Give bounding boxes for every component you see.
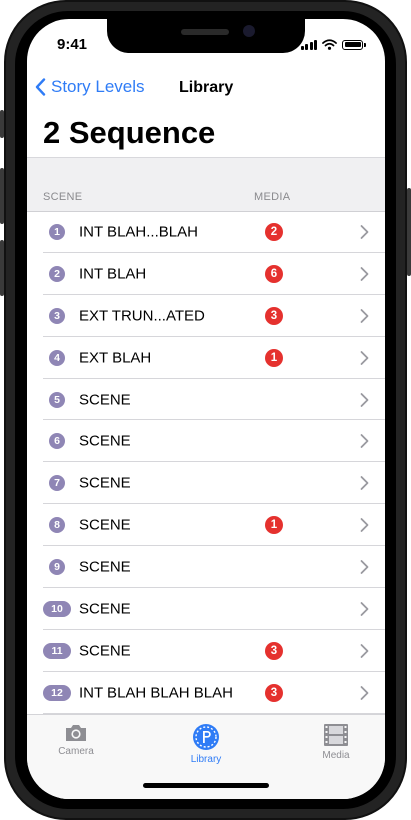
page-title: 2 Sequence [43,115,216,150]
chevron-right-icon [360,266,369,281]
list-header: SCENE MEDIA [27,157,385,212]
chevron-left-icon [35,78,46,96]
scene-number-badge: 6 [49,433,65,450]
scene-row[interactable]: 8 SCENE 1 [27,504,385,547]
scene-row[interactable]: 11 SCENE 3 [27,630,385,672]
battery-icon [342,39,366,50]
film-icon [324,724,348,746]
media-count-badge: 6 [265,264,283,283]
scene-name: EXT BLAH [79,349,152,367]
scene-number-badge: 11 [43,642,71,659]
screen: 9:41 Story Levels Library 2 Sequence SCE… [27,19,385,799]
tab-media-label: Media [322,750,350,761]
nav-title: Library [179,79,234,96]
home-indicator [143,783,269,788]
media-count-badge: 3 [265,683,283,702]
media-count-badge: 1 [265,348,283,367]
scene-list: 1 INT BLAH...BLAH 2 2 INT BLAH 6 3 EXT TRUN...A… [27,211,385,714]
chevron-right-icon [360,225,369,239]
scene-number-badge: 1 [49,223,65,240]
scene-number-badge: 12 [43,684,71,701]
scene-number-badge: 4 [49,349,65,366]
chevron-right-icon [360,602,369,616]
chevron-right-icon [360,434,369,449]
chevron-right-icon [360,643,369,658]
scene-row[interactable]: 4 EXT BLAH 1 [27,337,385,379]
tab-camera-label: Camera [58,746,94,757]
chevron-right-icon [360,392,369,407]
chevron-right-icon [360,560,369,574]
notch [107,19,305,53]
scene-row[interactable]: 1 INT BLAH...BLAH 2 [27,211,385,253]
scene-row[interactable]: 9 SCENE [27,546,385,588]
signal-icon [300,39,317,50]
scene-number-badge: 10 [43,600,71,617]
library-icon [193,724,219,750]
tab-media[interactable]: Media [301,723,371,761]
media-count-badge: 3 [265,306,283,325]
front-camera [243,25,255,37]
scene-name: INT BLAH [79,265,147,283]
scene-row[interactable]: 3 EXT TRUN...ATED 3 [27,295,385,337]
scene-name: SCENE [79,391,131,408]
scene-number-badge: 5 [49,391,65,408]
tab-camera[interactable]: Camera [41,723,111,757]
scene-number-badge: 9 [49,559,65,576]
chevron-right-icon [360,685,369,700]
scene-row[interactable]: 12 INT BLAH BLAH BLAH 3 [27,672,385,714]
scene-row[interactable]: 10 SCENE [27,588,385,630]
scene-row[interactable]: 5 SCENE [27,379,385,421]
tab-library[interactable]: Library [171,723,241,765]
wifi-icon [322,39,337,50]
scene-row[interactable]: 2 INT BLAH 6 [27,253,385,295]
scene-name: SCENE [79,600,131,618]
scene-name: SCENE [79,558,131,576]
status-time: 9:41 [57,36,88,53]
scene-name: EXT TRUN...ATED [79,307,205,325]
media-count-badge: 2 [265,222,283,241]
scene-name: SCENE [79,474,131,492]
scene-number-badge: 2 [49,265,65,282]
scene-row[interactable]: 6 SCENE [27,420,385,463]
column-header-scene: SCENE [43,191,83,203]
chevron-right-icon [360,308,369,323]
media-count-badge: 1 [265,516,283,535]
power-button [407,188,411,276]
scene-number-badge: 7 [49,475,65,492]
camera-icon [66,725,86,741]
column-header-media: MEDIA [254,191,291,203]
navigation-bar: Story Levels Library [27,71,385,111]
scene-name: SCENE [79,516,131,534]
tab-library-label: Library [190,754,222,765]
chevron-right-icon [360,476,369,491]
chevron-right-icon [360,350,369,365]
scene-name: INT BLAH...BLAH [79,223,198,241]
scene-row[interactable]: 7 SCENE [27,462,385,505]
scene-number-badge: 3 [49,307,65,324]
back-button-label: Story Levels [51,77,145,96]
media-count-badge: 3 [265,641,283,660]
scene-name: SCENE [79,642,131,660]
status-icons [300,39,366,50]
scene-number-badge: 8 [49,517,65,534]
chevron-right-icon [360,518,369,533]
scene-name: INT BLAH BLAH BLAH [79,684,233,702]
back-button[interactable]: Story Levels [35,77,145,97]
speaker-grille [181,29,229,35]
scene-name: SCENE [79,432,131,450]
